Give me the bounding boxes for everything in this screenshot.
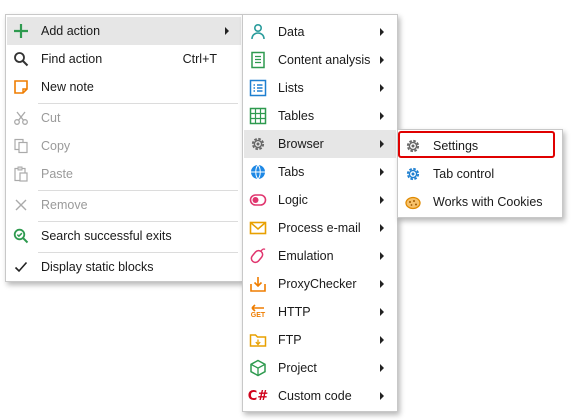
browser-submenu-item-label: Works with Cookies — [433, 195, 543, 209]
table-icon — [249, 107, 267, 125]
submenu-item-proxychecker[interactable]: ProxyChecker — [244, 270, 396, 298]
menu-item-copy[interactable]: Copy — [7, 132, 241, 160]
menu-item-label: Remove — [41, 198, 88, 212]
submenu-item-label: Tables — [278, 109, 315, 123]
chevron-right-icon — [225, 27, 229, 35]
settings-highlight-frame — [398, 131, 555, 158]
menu-item-label: New note — [41, 80, 94, 94]
submenu-item-label: Tabs — [278, 165, 305, 179]
submenu-item-custom-code[interactable]: C# Custom code — [244, 382, 396, 410]
submenu-item-label: ProxyChecker — [278, 277, 357, 291]
submenu-item-ftp[interactable]: FTP — [244, 326, 396, 354]
csharp-icon-label: C# — [247, 388, 269, 404]
chevron-right-icon — [380, 280, 384, 288]
chevron-right-icon — [380, 336, 384, 344]
menu-item-display-static-blocks[interactable]: Display static blocks — [7, 253, 241, 281]
chevron-right-icon — [380, 28, 384, 36]
menu-item-find-action[interactable]: Find action Ctrl+T — [7, 45, 241, 73]
submenu-item-label: Emulation — [278, 249, 334, 263]
submenu-item-http[interactable]: GET HTTP — [244, 298, 396, 326]
menu-item-paste[interactable]: Paste — [7, 160, 241, 188]
browser-submenu-item-tab-control[interactable]: Tab control — [399, 160, 561, 188]
gear-icon — [249, 135, 267, 153]
folder-icon — [249, 331, 267, 349]
browser-submenu-item-works-with-cookies[interactable]: Works with Cookies — [399, 188, 561, 216]
chevron-right-icon — [380, 392, 384, 400]
content-analysis-icon — [249, 51, 267, 69]
submenu-item-label: Lists — [278, 81, 304, 95]
paste-icon — [12, 165, 30, 183]
chevron-right-icon — [380, 168, 384, 176]
submenu-item-label: HTTP — [278, 305, 311, 319]
submenu-item-label: Project — [278, 361, 317, 375]
menu-item-label: Cut — [41, 111, 61, 125]
submenu-item-label: Browser — [278, 137, 324, 151]
submenu-item-label: Process e-mail — [278, 221, 361, 235]
submenu-item-label: Data — [278, 25, 305, 39]
http-get-icon-label: GET — [250, 312, 266, 319]
menu-item-label: Copy — [41, 139, 71, 153]
submenu-item-data[interactable]: Data — [244, 18, 396, 46]
submenu-item-logic[interactable]: Logic — [244, 186, 396, 214]
chevron-right-icon — [380, 252, 384, 260]
close-icon — [12, 196, 30, 214]
globe-icon — [249, 163, 267, 181]
menu-item-label: Find action — [41, 52, 103, 66]
scissors-icon — [12, 109, 30, 127]
submenu-item-emulation[interactable]: Emulation — [244, 242, 396, 270]
chevron-right-icon — [380, 224, 384, 232]
logic-icon — [249, 191, 267, 209]
plus-icon — [12, 22, 30, 40]
menu-item-label: Add action — [41, 24, 101, 38]
menu-item-add-action[interactable]: Add action — [7, 17, 241, 45]
menu-item-new-note[interactable]: New note — [7, 73, 241, 101]
chevron-right-icon — [380, 112, 384, 120]
note-icon — [12, 78, 30, 96]
submenu-item-tabs[interactable]: Tabs — [244, 158, 396, 186]
add-action-submenu: Data Content analysis Lists Tables Brows… — [242, 14, 398, 412]
submenu-item-label: Content analysis — [278, 53, 371, 67]
menu-item-cut[interactable]: Cut — [7, 104, 241, 132]
http-get-icon: GET — [249, 303, 267, 321]
submenu-item-label: FTP — [278, 333, 302, 347]
cube-icon — [249, 359, 267, 377]
keyboard-shortcut: Ctrl+T — [182, 52, 217, 66]
menu-item-remove[interactable]: Remove — [7, 191, 241, 219]
menu-item-label: Search successful exits — [41, 229, 172, 243]
menu-item-label: Display static blocks — [41, 260, 154, 274]
submenu-item-content-analysis[interactable]: Content analysis — [244, 46, 396, 74]
submenu-item-lists[interactable]: Lists — [244, 74, 396, 102]
browser-submenu-item-label: Tab control — [433, 167, 495, 181]
data-icon — [249, 23, 267, 41]
chevron-right-icon — [380, 56, 384, 64]
menu-item-label: Paste — [41, 167, 73, 181]
search-exits-icon — [12, 227, 30, 245]
submenu-item-label: Logic — [278, 193, 308, 207]
submenu-item-browser[interactable]: Browser — [244, 130, 396, 158]
submenu-item-process-email[interactable]: Process e-mail — [244, 214, 396, 242]
chevron-right-icon — [380, 308, 384, 316]
cookie-icon — [404, 193, 422, 211]
copy-icon — [12, 137, 30, 155]
submenu-item-tables[interactable]: Tables — [244, 102, 396, 130]
search-icon — [12, 50, 30, 68]
tab-control-icon — [404, 165, 422, 183]
chevron-right-icon — [380, 84, 384, 92]
proxy-icon — [249, 275, 267, 293]
chevron-right-icon — [380, 196, 384, 204]
mouse-icon — [249, 247, 267, 265]
submenu-item-project[interactable]: Project — [244, 354, 396, 382]
chevron-right-icon — [380, 364, 384, 372]
mail-icon — [249, 219, 267, 237]
chevron-right-icon — [380, 140, 384, 148]
csharp-icon: C# — [247, 387, 269, 405]
menu-item-search-successful-exits[interactable]: Search successful exits — [7, 222, 241, 250]
submenu-item-label: Custom code — [278, 389, 352, 403]
context-menu: Add action Find action Ctrl+T New note C… — [5, 14, 243, 282]
checkmark-icon — [12, 258, 30, 276]
list-icon — [249, 79, 267, 97]
